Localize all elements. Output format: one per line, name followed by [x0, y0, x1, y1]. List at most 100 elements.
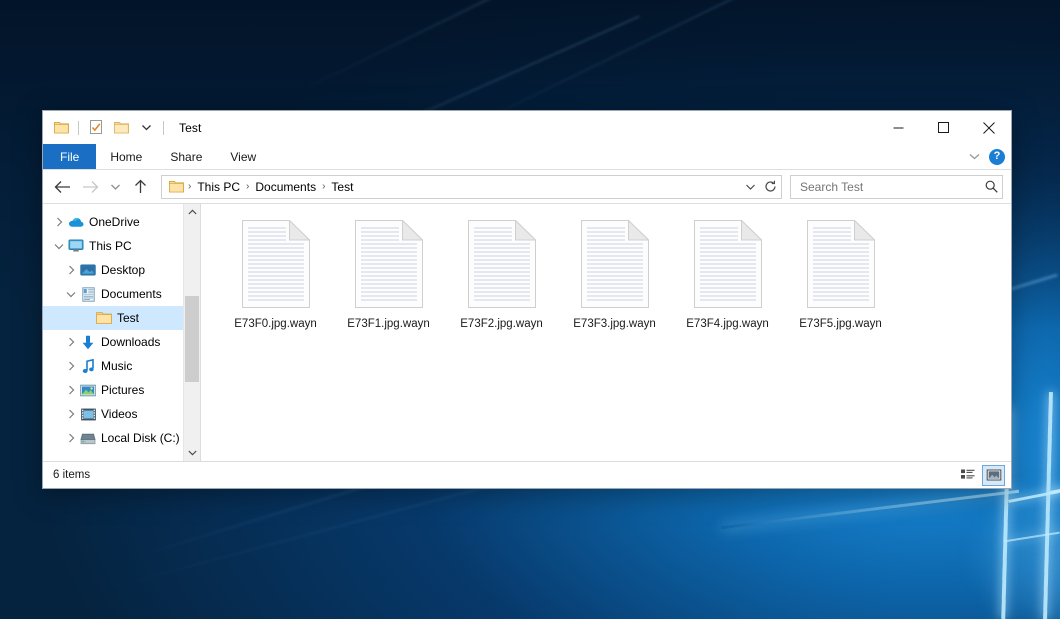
close-icon[interactable]	[966, 111, 1011, 144]
forward-button[interactable]	[77, 174, 103, 200]
chevron-down-icon[interactable]	[968, 148, 981, 166]
chevron-down-icon[interactable]	[63, 291, 79, 298]
music-note-icon	[79, 359, 97, 374]
large-icons-view-icon[interactable]	[982, 465, 1005, 486]
ribbon-right-controls: ?	[968, 144, 1005, 169]
computer-icon	[67, 239, 85, 253]
breadcrumb-item-this-pc[interactable]: This PC	[193, 180, 244, 194]
sidebar-item-this-pc[interactable]: This PC	[43, 234, 200, 258]
file-grid: E73F0.jpg.wayn	[219, 218, 1011, 330]
address-bar: › This PC › Documents › Test	[43, 170, 1011, 203]
navigation-pane: OneDrive This PC	[43, 204, 201, 461]
sidebar-item-label: Downloads	[101, 335, 160, 349]
generic-document-icon	[355, 220, 423, 308]
item-count-label: 6 items	[53, 469, 90, 481]
sidebar-item-videos[interactable]: Videos	[43, 402, 200, 426]
generic-document-icon	[807, 220, 875, 308]
chevron-right-icon[interactable]	[63, 337, 79, 347]
hard-drive-icon	[79, 432, 97, 445]
tab-home[interactable]: Home	[96, 144, 156, 169]
up-button[interactable]	[127, 174, 153, 200]
breadcrumb-item-documents[interactable]: Documents	[251, 180, 320, 194]
chevron-down-icon[interactable]	[184, 445, 200, 461]
back-button[interactable]	[49, 174, 75, 200]
maximize-icon[interactable]	[921, 111, 966, 144]
generic-document-icon	[581, 220, 649, 308]
refresh-icon[interactable]	[761, 177, 779, 197]
sidebar-item-documents[interactable]: Documents	[43, 282, 200, 306]
file-list-view[interactable]: E73F0.jpg.wayn	[201, 204, 1011, 461]
breadcrumb-item-test[interactable]: Test	[327, 180, 357, 194]
properties-checkbox-icon[interactable]	[86, 118, 106, 138]
search-icon[interactable]	[985, 180, 998, 193]
folder-icon[interactable]	[51, 118, 71, 138]
chevron-right-icon[interactable]	[63, 265, 79, 275]
chevron-right-icon[interactable]	[51, 217, 67, 227]
search-input[interactable]	[798, 179, 985, 195]
chevron-right-icon[interactable]	[63, 433, 79, 443]
status-bar: 6 items	[43, 461, 1011, 488]
new-folder-icon[interactable]	[111, 118, 131, 138]
chevron-down-icon[interactable]	[741, 177, 759, 197]
breadcrumb[interactable]: › This PC › Documents › Test	[161, 175, 782, 199]
breadcrumb-path: › This PC › Documents › Test	[167, 180, 741, 194]
sidebar-item-downloads[interactable]: Downloads	[43, 330, 200, 354]
sidebar-item-onedrive[interactable]: OneDrive	[43, 210, 200, 234]
tab-view[interactable]: View	[216, 144, 270, 169]
breadcrumb-separator[interactable]: ›	[320, 181, 327, 192]
file-name-label: E73F2.jpg.wayn	[460, 318, 542, 330]
details-view-icon[interactable]	[956, 465, 979, 486]
file-item[interactable]: E73F2.jpg.wayn	[445, 218, 558, 330]
navigation-tree: OneDrive This PC	[43, 204, 200, 450]
toolbar-divider	[78, 121, 79, 135]
onedrive-cloud-icon	[67, 216, 85, 228]
quick-access-toolbar: Test	[43, 111, 201, 144]
file-item[interactable]: E73F0.jpg.wayn	[219, 218, 332, 330]
generic-document-icon	[242, 220, 310, 308]
sidebar-item-label: This PC	[89, 239, 132, 253]
chevron-right-icon[interactable]	[63, 361, 79, 371]
scrollbar-thumb[interactable]	[185, 296, 199, 382]
file-name-label: E73F5.jpg.wayn	[799, 318, 881, 330]
sidebar-item-music[interactable]: Music	[43, 354, 200, 378]
file-item[interactable]: E73F5.jpg.wayn	[784, 218, 897, 330]
sidebar-item-test[interactable]: Test	[43, 306, 200, 330]
explorer-body: OneDrive This PC	[43, 203, 1011, 461]
sidebar-item-label: OneDrive	[89, 215, 140, 229]
file-name-label: E73F1.jpg.wayn	[347, 318, 429, 330]
tab-file[interactable]: File	[43, 144, 96, 169]
title-bar: Test	[43, 111, 1011, 144]
sidebar-item-label: Desktop	[101, 263, 145, 277]
sidebar-item-label: Pictures	[101, 383, 144, 397]
sidebar-scrollbar[interactable]	[183, 204, 200, 461]
file-item[interactable]: E73F4.jpg.wayn	[671, 218, 784, 330]
sidebar-item-local-disk-c[interactable]: Local Disk (C:)	[43, 426, 200, 450]
toolbar-divider	[163, 121, 164, 135]
chevron-right-icon[interactable]	[63, 385, 79, 395]
chevron-up-icon[interactable]	[184, 204, 200, 220]
generic-document-icon	[694, 220, 762, 308]
documents-icon	[79, 287, 97, 302]
sidebar-item-label: Local Disk (C:)	[101, 431, 180, 445]
help-icon[interactable]: ?	[989, 149, 1005, 165]
recent-locations-button[interactable]	[105, 174, 125, 200]
breadcrumb-separator[interactable]: ›	[186, 181, 193, 192]
sidebar-item-desktop[interactable]: Desktop	[43, 258, 200, 282]
tab-share[interactable]: Share	[156, 144, 216, 169]
sidebar-item-pictures[interactable]: Pictures	[43, 378, 200, 402]
chevron-right-icon[interactable]	[63, 409, 79, 419]
file-name-label: E73F4.jpg.wayn	[686, 318, 768, 330]
minimize-icon[interactable]	[876, 111, 921, 144]
file-item[interactable]: E73F1.jpg.wayn	[332, 218, 445, 330]
file-explorer-window: Test File Home Share View ?	[42, 110, 1012, 489]
desktop-icon	[79, 264, 97, 277]
view-mode-buttons	[956, 465, 1005, 486]
chevron-down-icon[interactable]	[51, 243, 67, 250]
breadcrumb-separator[interactable]: ›	[244, 181, 251, 192]
file-item[interactable]: E73F3.jpg.wayn	[558, 218, 671, 330]
folder-icon	[95, 311, 113, 325]
sidebar-item-label: Documents	[101, 287, 162, 301]
chevron-down-icon[interactable]	[136, 118, 156, 138]
search-box[interactable]	[790, 175, 1003, 199]
breadcrumb-folder-icon	[167, 180, 186, 193]
